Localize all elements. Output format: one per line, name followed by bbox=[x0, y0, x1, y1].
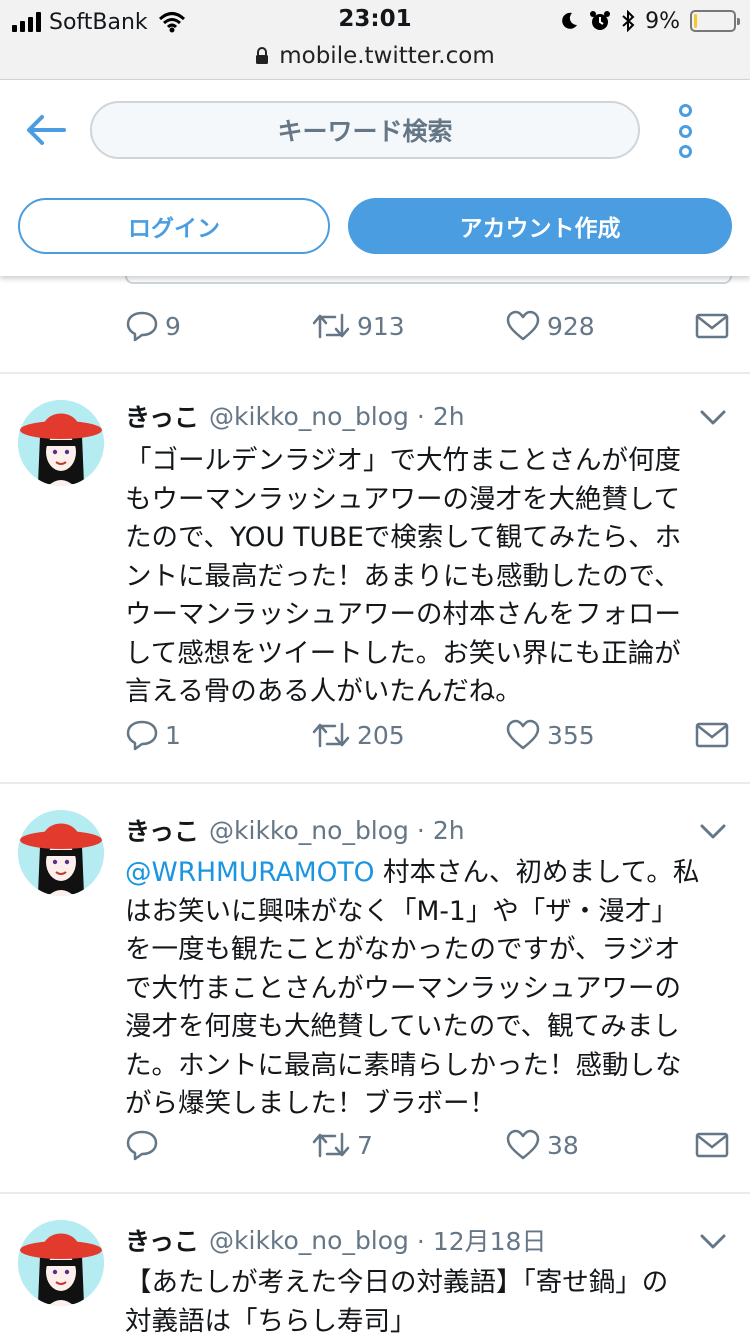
status-icons: 9% bbox=[559, 7, 740, 35]
tweet-line: はお笑いに興味がなく「M-1」や「ザ・漫才」 bbox=[125, 895, 678, 927]
retweet-count: 913 bbox=[357, 311, 405, 341]
retweet-button[interactable]: 913 bbox=[311, 304, 405, 348]
tweet-line: もウーマンラッシュアワーの漫才を大絶賛して bbox=[125, 483, 681, 515]
tweet-header: きっこ @kikko_no_blog · 12月18日 bbox=[125, 1222, 725, 1258]
tweet-line: た。ホントに最高に素晴らしかった！感動しな bbox=[125, 1049, 682, 1081]
avatar[interactable] bbox=[18, 810, 104, 896]
tweet-line: ントに最高だった！あまりにも感動したので、 bbox=[125, 560, 681, 592]
like-count: 928 bbox=[547, 311, 595, 341]
retweet-button[interactable]: 205 bbox=[311, 713, 405, 757]
like-count: 355 bbox=[547, 720, 595, 750]
chevron-down-icon[interactable] bbox=[698, 1232, 728, 1252]
tweet-time[interactable]: · 2h bbox=[417, 402, 465, 431]
like-button[interactable]: 355 bbox=[505, 713, 595, 757]
chevron-down-icon[interactable] bbox=[698, 408, 728, 428]
reply-icon bbox=[126, 720, 158, 751]
direct-message-button[interactable] bbox=[695, 304, 729, 348]
avatar[interactable] bbox=[18, 1220, 104, 1306]
like-button[interactable]: 38 bbox=[505, 1123, 579, 1167]
tweet[interactable]: きっこ @kikko_no_blog · 12月18日 【あたしが考えた今日の対… bbox=[0, 1194, 750, 1334]
tweet-time[interactable]: · 12月18日 bbox=[417, 1222, 547, 1258]
heart-icon bbox=[506, 310, 540, 341]
author-name[interactable]: きっこ bbox=[125, 1222, 199, 1258]
direct-message-button[interactable] bbox=[695, 713, 729, 757]
mail-icon bbox=[695, 313, 729, 339]
tweet-line: 言える骨のある人がいたんだね。 bbox=[125, 676, 522, 707]
search-input[interactable]: キーワード検索 bbox=[90, 101, 640, 159]
tweet[interactable]: きっこ @kikko_no_blog · 2h 「ゴールデンラジオ」で大竹まこと… bbox=[0, 374, 750, 782]
tweet-line: たので、YOU TUBEで検索して観てみたら、ホ bbox=[125, 522, 682, 553]
tweet-line: @WRHMURAMOTO 村本さん、初めまして。私 bbox=[125, 854, 725, 893]
retweet-icon bbox=[312, 313, 350, 339]
more-options-icon[interactable] bbox=[668, 104, 702, 158]
login-button[interactable]: ログイン bbox=[18, 198, 330, 254]
chevron-down-icon[interactable] bbox=[698, 822, 728, 842]
avatar-illustration bbox=[18, 1220, 104, 1306]
reply-icon bbox=[126, 311, 158, 342]
tweet[interactable]: きっこ @kikko_no_blog · 2h @WRHMURAMOTO 村本さ… bbox=[0, 784, 750, 1192]
tweet-text: 「ゴールデンラジオ」で大竹まことさんが何度 もウーマンラッシュアワーの漫才を大絶… bbox=[125, 442, 725, 712]
tweet-line: 「ゴールデンラジオ」で大竹まことさんが何度 bbox=[125, 445, 681, 476]
like-button[interactable]: 928 bbox=[505, 304, 595, 348]
tweet-line: 【あたしが考えた今日の対義語】「寄せ鍋」の bbox=[125, 1267, 669, 1298]
tweet-actions: 1 205 355 bbox=[125, 713, 735, 757]
avatar-illustration bbox=[18, 400, 104, 486]
tweet-line: 漫才を何度も大絶賛していたので、観てみまし bbox=[125, 1011, 680, 1042]
retweet-button[interactable]: 7 bbox=[311, 1123, 373, 1167]
heart-icon bbox=[506, 1129, 540, 1160]
retweet-icon bbox=[312, 722, 350, 748]
like-count: 38 bbox=[547, 1130, 579, 1160]
signup-button[interactable]: アカウント作成 bbox=[348, 198, 732, 254]
tweet-line: 対義語は「ちらし寿司」 bbox=[125, 1305, 417, 1334]
tweet-line: ウーマンラッシュアワーの村本さんをフォロー bbox=[125, 599, 681, 630]
author-name[interactable]: きっこ bbox=[125, 812, 199, 848]
twitter-header: キーワード検索 ログイン アカウント作成 bbox=[0, 80, 750, 276]
moon-icon bbox=[562, 12, 578, 29]
url-text: mobile.twitter.com bbox=[279, 43, 495, 69]
reply-button[interactable] bbox=[125, 1123, 165, 1167]
tweet-line: を一度も観たことがなかったのですが、ラジオ bbox=[125, 934, 681, 965]
tweet-header: きっこ @kikko_no_blog · 2h bbox=[125, 398, 725, 434]
quoted-card-edge bbox=[125, 276, 732, 284]
bluetooth-icon bbox=[622, 10, 635, 32]
alarm-icon bbox=[590, 11, 611, 30]
lock-icon bbox=[256, 47, 269, 64]
tweet-line: で大竹まことさんがウーマンラッシュアワーの bbox=[125, 972, 681, 1004]
avatar[interactable] bbox=[18, 400, 104, 486]
browser-status-bar: SoftBank 23:01 9% mobile.twitter.com bbox=[0, 0, 750, 80]
tweet-actions: 9 913 928 bbox=[125, 304, 735, 348]
reply-button[interactable]: 1 bbox=[125, 713, 181, 757]
author-name[interactable]: きっこ bbox=[125, 398, 199, 434]
retweet-count: 205 bbox=[357, 720, 405, 750]
tweet-line-rest: 村本さん、初めまして。私 bbox=[374, 857, 700, 888]
mention-link[interactable]: @WRHMURAMOTO bbox=[125, 857, 375, 888]
author-handle[interactable]: @kikko_no_blog bbox=[209, 816, 409, 845]
reply-count: 9 bbox=[165, 311, 181, 341]
author-handle[interactable]: @kikko_no_blog bbox=[209, 1226, 409, 1255]
retweet-icon bbox=[312, 1132, 350, 1158]
battery-percent: 9% bbox=[645, 8, 680, 34]
back-arrow-icon[interactable] bbox=[24, 108, 68, 152]
tweet-time[interactable]: · 2h bbox=[417, 816, 465, 845]
avatar-illustration bbox=[18, 810, 104, 896]
tweet-text: @WRHMURAMOTO 村本さん、初めまして。私 はお笑いに興味がなく「M-1… bbox=[125, 854, 725, 1124]
tweet-actions: 7 38 bbox=[125, 1123, 735, 1167]
tweet-line: して感想をツイートした。お笑い界にも正論が bbox=[125, 637, 681, 669]
reply-icon bbox=[126, 1130, 158, 1161]
battery-icon bbox=[690, 10, 740, 32]
tweet-header: きっこ @kikko_no_blog · 2h bbox=[125, 812, 725, 848]
address-bar[interactable]: mobile.twitter.com bbox=[0, 40, 750, 72]
direct-message-button[interactable] bbox=[695, 1123, 729, 1167]
retweet-count: 7 bbox=[357, 1130, 373, 1160]
reply-button[interactable]: 9 bbox=[125, 304, 181, 348]
tweet-line: がら爆笑しました！ブラボー！ bbox=[125, 1088, 496, 1119]
author-handle[interactable]: @kikko_no_blog bbox=[209, 402, 409, 431]
mail-icon bbox=[695, 722, 729, 748]
reply-count: 1 bbox=[165, 720, 181, 750]
mail-icon bbox=[695, 1132, 729, 1158]
heart-icon bbox=[506, 719, 540, 750]
tweet-text: 【あたしが考えた今日の対義語】「寄せ鍋」の 対義語は「ちらし寿司」 bbox=[125, 1264, 725, 1334]
